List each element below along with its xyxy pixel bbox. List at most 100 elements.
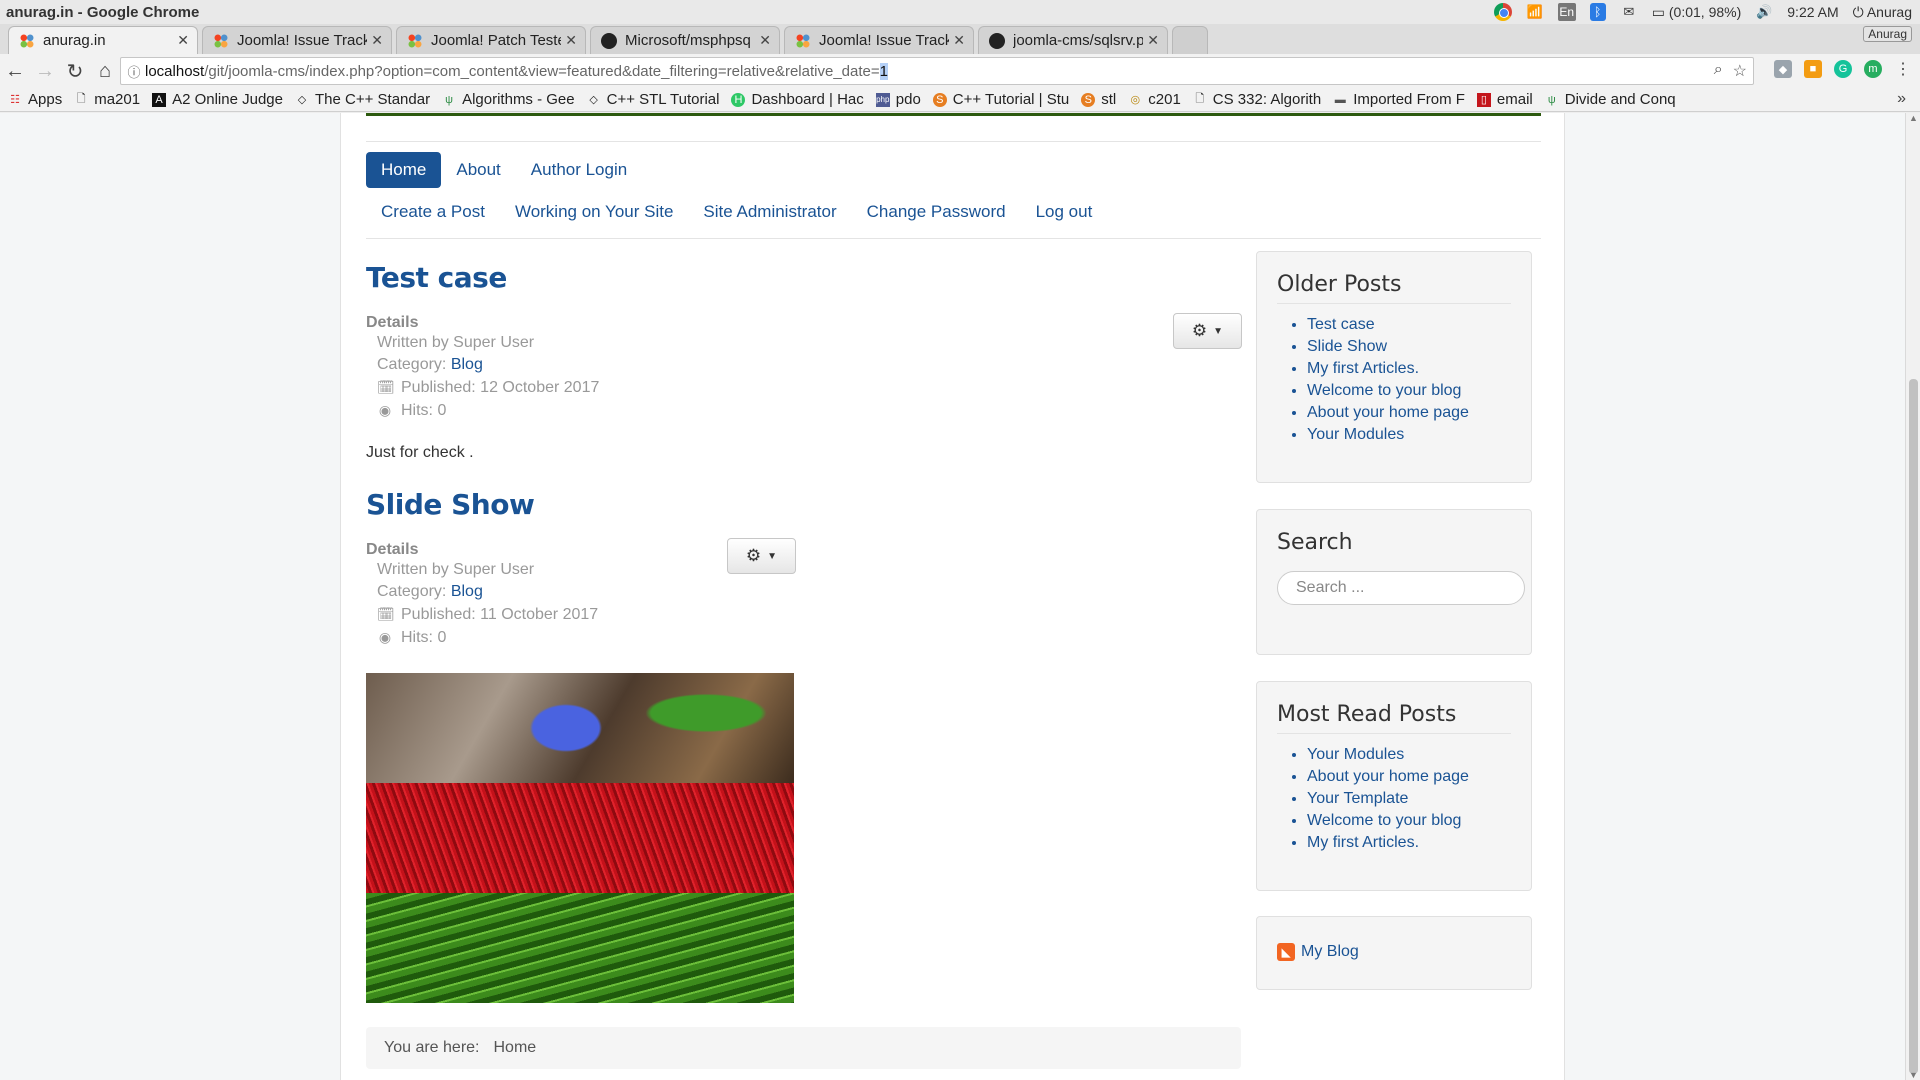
bluetooth-icon[interactable]: ᛒ [1589, 3, 1606, 21]
list-item[interactable]: My first Articles. [1307, 832, 1511, 854]
list-item[interactable]: Slide Show [1307, 336, 1511, 358]
bookmark-item[interactable]: ◎ c201 [1128, 91, 1180, 108]
home-icon[interactable]: ⌂ [90, 56, 120, 86]
scrollbar-thumb[interactable] [1909, 379, 1918, 1074]
bookmark-apps[interactable]: ☷ Apps [8, 91, 62, 108]
close-tab-icon[interactable]: ✕ [1147, 32, 1159, 49]
menu-item-home[interactable]: Home [366, 152, 442, 188]
close-tab-icon[interactable]: ✕ [953, 32, 965, 49]
browser-tab[interactable]: joomla-cms/sqlsrv.p ✕ [978, 26, 1168, 54]
category-link[interactable]: Blog [451, 583, 483, 600]
reload-icon[interactable]: ↻ [60, 56, 90, 86]
breadcrumb-prefix: You are here: [384, 1039, 480, 1056]
chrome-tray-icon[interactable] [1493, 3, 1512, 21]
menu-item-change-password[interactable]: Change Password [852, 194, 1021, 230]
article-actions-button[interactable]: ⚙ ▼ [727, 538, 796, 574]
orange-extension-icon[interactable]: ■ [1804, 60, 1822, 78]
tab-title: Joomla! Issue Track [237, 32, 367, 49]
bookmark-item[interactable]: ψ Divide and Conq [1545, 91, 1676, 108]
menu-item-log-out[interactable]: Log out [1021, 194, 1108, 230]
bookmark-item[interactable]: 🗋 ma201 [74, 91, 140, 108]
zoom-icon[interactable]: ⌕ [1714, 61, 1723, 81]
back-arrow-icon[interactable]: ← [0, 56, 30, 86]
list-item[interactable]: My first Articles. [1307, 358, 1511, 380]
list-item[interactable]: About your home page [1307, 766, 1511, 788]
bookmark-item[interactable]: ◇ C++ STL Tutorial [587, 91, 719, 108]
bookmark-item[interactable]: Sstl [1081, 91, 1116, 108]
slideshow-image[interactable] [366, 673, 794, 1003]
profile-badge[interactable]: Anurag [1863, 26, 1912, 42]
menu-item-author-login[interactable]: Author Login [516, 152, 642, 188]
bookmark-star-icon[interactable]: ☆ [1733, 61, 1747, 81]
bookmark-item[interactable]: ◇ The C++ Standar [295, 91, 430, 108]
user-menu[interactable]: ⏻ Anurag [1853, 4, 1912, 21]
list-item[interactable]: Your Modules [1307, 424, 1511, 446]
keyboard-layout-indicator[interactable]: En [1557, 3, 1576, 21]
forward-arrow-icon[interactable]: → [30, 56, 60, 86]
url-host: localhost [145, 62, 205, 80]
bookmark-item[interactable]: ψ Algorithms - Gee [442, 91, 574, 108]
bookmark-folder[interactable]: ▬ Imported From F [1333, 91, 1465, 108]
browser-tab[interactable]: Joomla! Issue Track ✕ [784, 26, 974, 54]
url-path: /git/joomla-cms/index.php?option=com_con… [204, 62, 880, 80]
chrome-menu-icon[interactable]: ⋮ [1894, 60, 1912, 78]
list-item[interactable]: Test case [1307, 314, 1511, 336]
search-input[interactable] [1277, 571, 1525, 605]
scroll-up-icon[interactable]: ▲ [1909, 113, 1918, 123]
article-actions-button[interactable]: ⚙ ▼ [1173, 313, 1242, 349]
close-tab-icon[interactable]: ✕ [371, 32, 383, 49]
grammarly-icon[interactable]: G [1834, 60, 1852, 78]
page-info-icon[interactable]: ⓘ [123, 60, 145, 82]
category-link[interactable]: Blog [451, 356, 483, 373]
studytonight-icon: S [1081, 92, 1096, 107]
bookmark-item[interactable]: ▯ email [1476, 91, 1533, 108]
menu-item-working-on-site[interactable]: Working on Your Site [500, 194, 688, 230]
browser-tab[interactable]: Joomla! Issue Track ✕ [202, 26, 392, 54]
green-m-extension-icon[interactable]: m [1864, 60, 1882, 78]
battery-icon: ▭ [1651, 3, 1665, 20]
divider [366, 141, 1541, 142]
list-item[interactable]: Welcome to your blog [1307, 810, 1511, 832]
feed-link[interactable]: ◣ My Blog [1277, 943, 1511, 961]
close-tab-icon[interactable]: ✕ [759, 32, 771, 49]
scroll-down-icon[interactable]: ▼ [1909, 1070, 1918, 1080]
bookmark-item[interactable]: H Dashboard | Hac [731, 91, 864, 108]
more-bookmarks-icon[interactable]: » [1897, 90, 1906, 108]
bookmark-item[interactable]: php pdo [875, 91, 921, 108]
article: Test case Details Written by Super User … [366, 261, 1242, 462]
battery-status[interactable]: ▭ (0:01, 98%) [1652, 4, 1742, 21]
window-title: anurag.in - Google Chrome [6, 3, 200, 21]
list-item[interactable]: Welcome to your blog [1307, 380, 1511, 402]
mail-icon[interactable]: ✉ [1620, 3, 1638, 21]
joomla-icon [19, 32, 35, 49]
new-tab-button[interactable] [1172, 26, 1208, 54]
list-item[interactable]: Your Modules [1307, 744, 1511, 766]
clock[interactable]: 9:22 AM [1787, 4, 1838, 20]
vertical-scrollbar[interactable]: ▲ ▼ [1905, 113, 1920, 1080]
menu-item-about[interactable]: About [441, 152, 515, 188]
publish-date: 🗓 Published: 12 October 2017 [377, 376, 1241, 399]
module-title: Search [1277, 530, 1353, 555]
author: Written by Super User [377, 561, 535, 578]
list-item[interactable]: About your home page [1307, 402, 1511, 424]
close-tab-icon[interactable]: ✕ [177, 32, 189, 49]
browser-tab[interactable]: anurag.in ✕ [8, 26, 198, 54]
address-bar[interactable]: ⓘ localhost/git/joomla-cms/index.php?opt… [120, 57, 1754, 85]
bookmark-item[interactable]: 🗋 CS 332: Algorith [1193, 91, 1321, 108]
browser-tab[interactable]: Joomla! Patch Teste ✕ [396, 26, 586, 54]
close-tab-icon[interactable]: ✕ [565, 32, 577, 49]
article-title[interactable]: Slide Show [366, 488, 1241, 521]
author: Written by Super User [377, 334, 535, 351]
wifi-icon[interactable]: 📶 [1526, 3, 1544, 21]
bookmark-item[interactable]: S C++ Tutorial | Stu [932, 91, 1069, 108]
hackerrank-icon: H [731, 92, 746, 107]
menu-item-site-administrator[interactable]: Site Administrator [688, 194, 851, 230]
gfg-icon: ψ [1547, 93, 1556, 106]
bookmark-item[interactable]: A A2 Online Judge [152, 91, 283, 108]
shield-extension-icon[interactable]: ◆ [1774, 60, 1792, 78]
browser-tab[interactable]: Microsoft/msphpsq ✕ [590, 26, 780, 54]
list-item[interactable]: Your Template [1307, 788, 1511, 810]
menu-item-create-post[interactable]: Create a Post [366, 194, 500, 230]
article-title[interactable]: Test case [366, 261, 1241, 294]
volume-icon[interactable]: 🔊 [1755, 3, 1773, 21]
